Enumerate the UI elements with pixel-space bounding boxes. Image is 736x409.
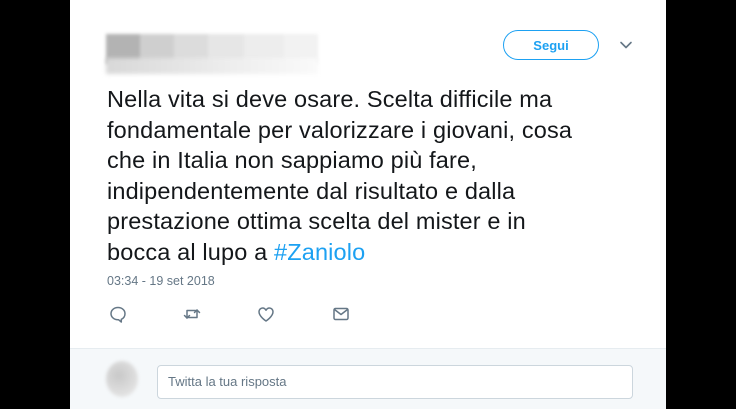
blurred-user-name[interactable] [106, 58, 318, 74]
tweet-line: bocca al lupo a [107, 238, 275, 265]
tweet-line: prestazione ottima scelta del mister e i… [107, 208, 526, 234]
hashtag-link[interactable]: #Zaniolo [274, 239, 365, 265]
tweet-text: Nella vita si deve osare. Scelta diffici… [107, 84, 647, 267]
tweet-line: Nella vita si deve osare. Scelta diffici… [107, 86, 553, 112]
blurred-reply-avatar [106, 361, 138, 397]
retweet-icon[interactable] [182, 304, 202, 324]
follow-button[interactable]: Segui [503, 30, 599, 60]
reply-area: Twitta la tua risposta [70, 349, 666, 409]
tweet-card: Segui Nella vita si deve osare. Scelta d… [70, 0, 666, 409]
tweet-line: fondamentale per valorizzare i giovani, … [107, 116, 573, 143]
like-icon[interactable] [256, 304, 276, 324]
reply-icon[interactable] [108, 304, 128, 324]
tweet-timestamp[interactable]: 03:34 - 19 set 2018 [107, 274, 215, 288]
reply-input[interactable]: Twitta la tua risposta [157, 365, 633, 399]
tweet-line: che in Italia non sappiamo più fare, [107, 147, 477, 173]
tweet-line-last: bocca al lupo a #Zaniolo [107, 237, 647, 268]
tweet-line: indipendentemente dal risultato e dalla [107, 177, 516, 204]
message-icon[interactable] [331, 304, 351, 324]
chevron-down-icon[interactable] [619, 38, 633, 52]
